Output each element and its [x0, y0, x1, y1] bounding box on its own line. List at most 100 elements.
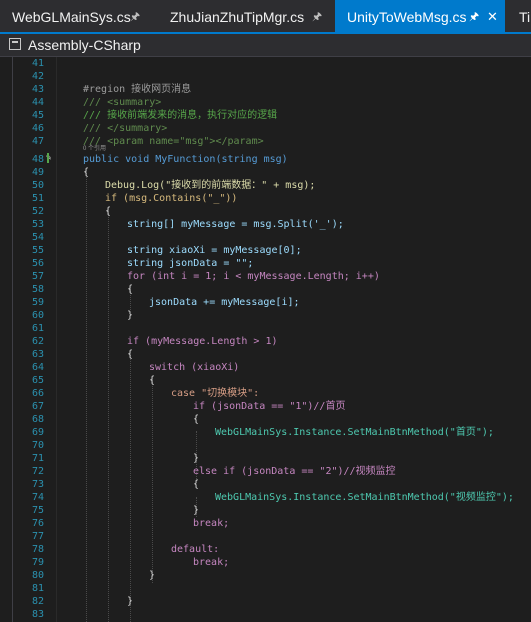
- project-dropdown[interactable]: Assembly-CSharp: [28, 34, 141, 56]
- code-line: 74 WebGLMainSys.Instance.SetMainBtnMethod…: [0, 491, 531, 504]
- code-text: default:: [171, 544, 220, 555]
- code-text: WebGLMainSys.Instance.SetMainBtnMethod("…: [215, 427, 494, 438]
- line-number: 76: [31, 518, 44, 529]
- code-text: #region 接收网页消息: [83, 84, 192, 95]
- csharp-project-icon: [9, 38, 21, 50]
- code-text: }: [127, 310, 134, 321]
- pin-icon[interactable]: 🖈: [130, 0, 140, 34]
- code-text: break;: [193, 518, 230, 529]
- code-line: 64 switch (xiaoXi): [0, 361, 531, 374]
- line-number: 66: [31, 388, 44, 399]
- line-number: 64: [31, 362, 44, 373]
- line-number: 68: [31, 414, 44, 425]
- code-line: 44 /// <summary>: [0, 96, 531, 109]
- line-number: 61: [31, 323, 44, 334]
- line-number: 67: [31, 401, 44, 412]
- line-number: 43: [31, 84, 44, 95]
- line-number: 57: [31, 271, 44, 282]
- pin-icon[interactable]: 🖈: [469, 0, 479, 34]
- code-text: /// <param name="msg"></param>: [83, 136, 264, 147]
- code-line: 68 {: [0, 413, 531, 426]
- code-text: for (int i = 1; i < myMessage.Length; i+…: [127, 271, 380, 282]
- line-number: 42: [31, 71, 44, 82]
- tab-label: UnityToWebMsg.cs: [347, 9, 467, 25]
- pin-icon[interactable]: 🖈: [312, 0, 322, 34]
- code-line: 70: [0, 439, 531, 452]
- document-tab-bar: WebGLMainSys.cs 🖈 ZhuJianZhuTipMgr.cs 🖈 …: [0, 0, 531, 34]
- code-line: 45 /// 接收前端发来的消息，执行对应的逻辑: [0, 109, 531, 122]
- code-line: 46 /// </summary>: [0, 122, 531, 135]
- code-line: 53 string[] myMessage = msg.Split('_');: [0, 218, 531, 231]
- tab-unitytowebmsg[interactable]: UnityToWebMsg.cs 🖈 ✕: [335, 0, 505, 34]
- code-line: 56 string jsonData = "";: [0, 257, 531, 270]
- line-number: 46: [31, 123, 44, 134]
- line-number: 77: [31, 531, 44, 542]
- code-line: 47 /// <param name="msg"></param>: [0, 135, 531, 148]
- line-number: 62: [31, 336, 44, 347]
- code-text: }: [149, 570, 156, 581]
- line-number: 45: [31, 110, 44, 121]
- line-number: 79: [31, 557, 44, 568]
- code-line: 75}: [0, 504, 531, 517]
- code-line: 55 string xiaoXi = myMessage[0];: [0, 244, 531, 257]
- code-line: 76 break;: [0, 517, 531, 530]
- code-line: 63 {: [0, 348, 531, 361]
- tab-zhujianzhutipmgr[interactable]: ZhuJianZhuTipMgr.cs 🖈: [158, 0, 330, 34]
- line-number: 50: [31, 180, 44, 191]
- code-line: 42: [0, 70, 531, 83]
- code-text: else if (jsonData == "2")//视频监控: [193, 466, 396, 477]
- code-text: /// 接收前端发来的消息，执行对应的逻辑: [83, 110, 278, 121]
- code-text: WebGLMainSys.Instance.SetMainBtnMethod("…: [215, 492, 514, 503]
- code-text: {: [193, 414, 200, 425]
- navigation-bar: Assembly-CSharp: [0, 34, 531, 57]
- close-icon[interactable]: ✕: [487, 0, 498, 34]
- line-number: 81: [31, 583, 44, 594]
- code-text: if (myMessage.Length > 1): [127, 336, 278, 347]
- code-line: 59 jsonData += myMessage[i];: [0, 296, 531, 309]
- code-text: if (msg.Contains("_")): [105, 193, 238, 204]
- line-number: 74: [31, 492, 44, 503]
- line-number: 63: [31, 349, 44, 360]
- code-text: }: [193, 453, 200, 464]
- code-text: {: [83, 167, 90, 178]
- code-line: 79 break;: [0, 556, 531, 569]
- tab-webglmainsys[interactable]: WebGLMainSys.cs 🖈: [0, 0, 156, 34]
- line-number: 75: [31, 505, 44, 516]
- line-number: 82: [31, 596, 44, 607]
- code-text: }: [127, 596, 134, 607]
- code-line: 72 else if (jsonData == "2")//视频监控: [0, 465, 531, 478]
- code-text: /// </summary>: [83, 123, 168, 134]
- code-text: public void MyFunction(string msg): [83, 154, 288, 165]
- code-text: }: [193, 505, 200, 516]
- code-text: {: [193, 479, 200, 490]
- line-number: 47: [31, 136, 44, 147]
- code-line: 65 {: [0, 374, 531, 387]
- code-line: 61: [0, 322, 531, 335]
- code-line: 77: [0, 530, 531, 543]
- tab-label: ZhuJianZhuTipMgr.cs: [170, 9, 305, 25]
- line-number: 48: [31, 154, 44, 165]
- tab-tipm[interactable]: TipM: [507, 0, 531, 34]
- line-number: 72: [31, 466, 44, 477]
- line-number: 70: [31, 440, 44, 451]
- code-line: 82}: [0, 595, 531, 608]
- line-number: 53: [31, 219, 44, 230]
- line-number: 83: [31, 609, 44, 620]
- code-text: string jsonData = "";: [127, 258, 254, 269]
- code-text: {: [127, 349, 134, 360]
- code-editor[interactable]: 0 个引用 ✎ 41 42 43#region 接收网页消息 44/// <su…: [0, 57, 531, 622]
- code-line: 73 {: [0, 478, 531, 491]
- code-text: {: [127, 284, 134, 295]
- code-line: 52 {: [0, 205, 531, 218]
- code-line: 78 default:: [0, 543, 531, 556]
- code-text: Debug.Log("接收到的前端数据：" + msg);: [105, 180, 316, 191]
- code-line: 67 if (jsonData == "1")//首页: [0, 400, 531, 413]
- line-number: 78: [31, 544, 44, 555]
- line-number: 55: [31, 245, 44, 256]
- code-text: jsonData += myMessage[i];: [149, 297, 300, 308]
- code-text: break;: [193, 557, 230, 568]
- code-line: 49 {: [0, 166, 531, 179]
- code-text: switch (xiaoXi): [149, 362, 240, 373]
- line-number: 65: [31, 375, 44, 386]
- line-number: 73: [31, 479, 44, 490]
